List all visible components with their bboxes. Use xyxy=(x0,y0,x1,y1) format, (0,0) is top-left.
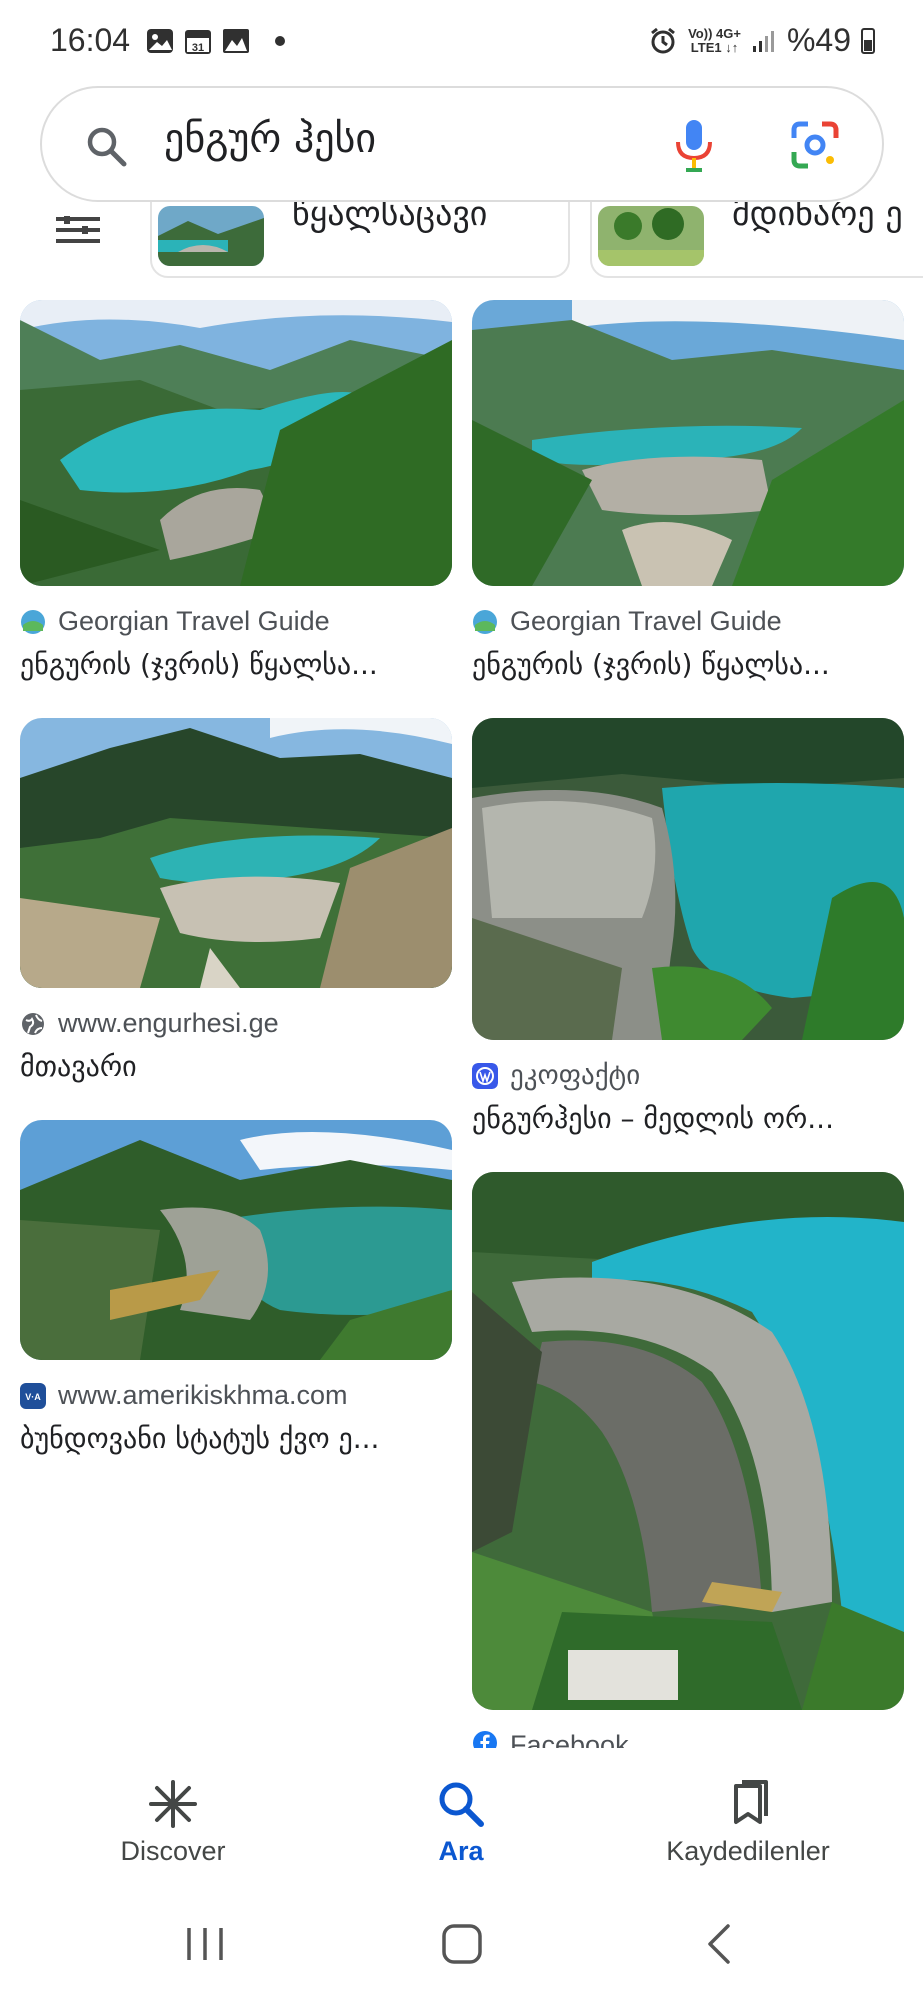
chip-river[interactable]: მდინარე ე xyxy=(590,202,923,278)
chip-reservoir[interactable]: წყალსაცავი xyxy=(150,202,570,278)
result-title[interactable]: ენგურის (ჯვრის) წყალსა... xyxy=(20,648,378,681)
nav-discover-label: Discover xyxy=(120,1836,226,1866)
search-bar[interactable]: ენგურ ჰესი xyxy=(40,86,884,202)
battery-icon xyxy=(861,27,875,54)
voa-icon: V·A xyxy=(20,1382,46,1409)
nav-search-label: Ara xyxy=(438,1836,484,1866)
recent-apps-icon[interactable] xyxy=(175,1922,235,1966)
alarm-icon xyxy=(651,27,676,53)
system-navigation xyxy=(0,1888,923,2000)
saved-collections-icon xyxy=(734,1780,768,1824)
signal-icon xyxy=(752,30,774,52)
result-image[interactable] xyxy=(472,1172,904,1710)
wordpress-icon xyxy=(472,1062,498,1089)
facebook-icon xyxy=(473,1731,497,1748)
bottom-navigation: Discover Ara Kaydedilenler xyxy=(0,1748,923,1888)
result-image[interactable] xyxy=(20,300,452,586)
result-source[interactable]: Georgian Travel Guide xyxy=(472,606,782,637)
filter-chips-row: წყალსაცავი მდინარე ე xyxy=(0,202,923,280)
result-title[interactable]: ენგურის (ჯვრის) წყალსა... xyxy=(472,648,830,681)
result-source[interactable]: ეკოფაქტი xyxy=(472,1060,640,1091)
result-title[interactable]: ენგურჰესი – მედლის ორ... xyxy=(472,1102,834,1135)
search-icon xyxy=(439,1782,484,1827)
home-icon[interactable] xyxy=(432,1922,492,1966)
nav-saved-label: Kaydedilenler xyxy=(666,1836,830,1866)
result-image[interactable] xyxy=(20,1120,452,1360)
result-image[interactable] xyxy=(20,718,452,988)
result-image[interactable] xyxy=(472,300,904,586)
google-lens-icon[interactable] xyxy=(790,120,840,170)
result-source[interactable]: Facebook xyxy=(472,1730,629,1748)
nav-saved[interactable]: Kaydedilenler xyxy=(618,1748,878,1888)
nav-discover[interactable]: Discover xyxy=(43,1748,303,1888)
discover-icon xyxy=(149,1780,197,1828)
calendar-icon: 31 xyxy=(185,30,211,54)
result-source[interactable]: V·A www.amerikiskhma.com xyxy=(20,1380,348,1411)
svg-text:31: 31 xyxy=(192,42,204,54)
chip-label: წყალსაცავი xyxy=(292,202,488,234)
notification-icons: 31 xyxy=(145,26,285,56)
chip-label: მდინარე ე xyxy=(732,202,903,234)
search-icon xyxy=(87,127,127,167)
search-input[interactable]: ენგურ ჰესი xyxy=(164,116,376,162)
result-source[interactable]: Georgian Travel Guide xyxy=(20,606,330,637)
system-status: Vo)) 4G+ LTE1 ↓↑ %49 xyxy=(648,22,875,59)
result-title[interactable]: მთავარი xyxy=(20,1050,137,1083)
filter-icon[interactable] xyxy=(56,216,100,244)
battery-percent: %49 xyxy=(786,22,851,58)
status-time: 16:04 xyxy=(50,22,131,58)
nav-search[interactable]: Ara xyxy=(331,1748,591,1888)
travel-guide-favicon xyxy=(21,609,45,634)
back-icon[interactable] xyxy=(690,1922,750,1966)
network-indicator: Vo)) 4G+ LTE1 ↓↑ xyxy=(688,25,741,55)
chip-thumbnail xyxy=(598,206,704,266)
result-source[interactable]: www.engurhesi.ge xyxy=(20,1008,279,1039)
mic-icon[interactable] xyxy=(672,118,716,174)
more-notifications-dot xyxy=(275,36,285,46)
globe-icon xyxy=(22,1012,44,1035)
svg-text:V·A: V·A xyxy=(25,1392,41,1402)
status-bar: 16:04 31 Vo)) 4G+ LTE1 ↓↑ %49 xyxy=(0,0,923,86)
result-image[interactable] xyxy=(472,718,904,1040)
gallery-icon xyxy=(147,29,173,53)
result-title[interactable]: ბუნდოვანი სტატუს ქვო ე... xyxy=(20,1422,379,1455)
image-icon xyxy=(223,29,249,53)
travel-guide-favicon xyxy=(473,609,497,634)
chip-thumbnail xyxy=(158,206,264,266)
